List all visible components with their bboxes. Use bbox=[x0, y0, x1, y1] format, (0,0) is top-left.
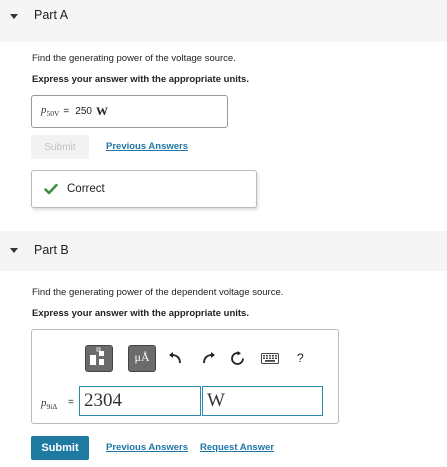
value-input[interactable]: 2304 bbox=[79, 386, 201, 416]
caret-down-icon bbox=[10, 14, 18, 19]
part-b-previous-answers-link[interactable]: Previous Answers bbox=[106, 442, 188, 453]
part-b-header[interactable]: Part B bbox=[0, 231, 447, 271]
part-a-previous-answers-link[interactable]: Previous Answers bbox=[106, 141, 188, 152]
part-b-submit-button[interactable]: Submit bbox=[31, 436, 89, 460]
reset-icon[interactable] bbox=[230, 351, 245, 366]
part-a-title: Part A bbox=[34, 8, 69, 22]
part-a-submit-button[interactable]: Submit bbox=[31, 135, 89, 159]
part-a-answer-value: 250 bbox=[75, 106, 92, 117]
help-button[interactable]: ? bbox=[297, 351, 304, 365]
unit-input[interactable]: W bbox=[202, 386, 323, 416]
part-a-instruction: Express your answer with the appropriate… bbox=[32, 74, 249, 85]
templates-icon bbox=[90, 347, 104, 365]
part-a-answer-box: p50V = 250 W bbox=[31, 95, 228, 128]
part-a-answer-variable: p50V bbox=[41, 104, 60, 119]
caret-down-icon bbox=[10, 248, 18, 253]
part-a-header[interactable]: Part A bbox=[0, 0, 447, 42]
units-label: μÅ bbox=[134, 350, 150, 364]
part-b-answer-variable: p9iΔ bbox=[41, 397, 58, 412]
part-b-question: Find the generating power of the depende… bbox=[32, 287, 284, 298]
part-a-equals: = bbox=[63, 106, 70, 117]
part-b-instruction: Express your answer with the appropriate… bbox=[32, 308, 249, 319]
units-button[interactable]: μÅ bbox=[128, 345, 156, 372]
part-a-question: Find the generating power of the voltage… bbox=[32, 53, 236, 64]
part-b-request-answer-link[interactable]: Request Answer bbox=[200, 442, 274, 453]
templates-button[interactable] bbox=[85, 345, 113, 372]
part-a-feedback-box: Correct bbox=[31, 170, 257, 208]
part-b-equals: = bbox=[68, 397, 74, 408]
part-b-title: Part B bbox=[34, 243, 69, 257]
checkmark-icon bbox=[44, 183, 58, 195]
part-a-answer-unit: W bbox=[95, 104, 108, 118]
part-a-feedback-text: Correct bbox=[67, 183, 105, 195]
redo-icon[interactable] bbox=[202, 351, 216, 365]
undo-icon[interactable] bbox=[168, 351, 182, 365]
keyboard-icon[interactable] bbox=[261, 353, 279, 364]
